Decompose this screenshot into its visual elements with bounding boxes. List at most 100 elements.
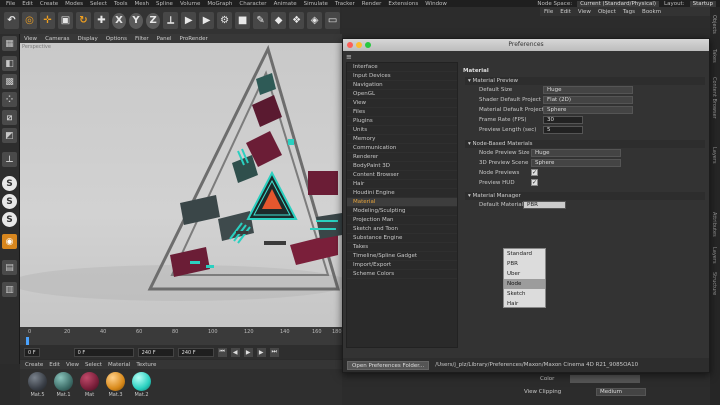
- pen-icon[interactable]: ✎: [253, 12, 269, 29]
- pref-nav-item[interactable]: Modeling/Sculpting: [347, 207, 457, 216]
- pref-nav-item[interactable]: Takes: [347, 243, 457, 252]
- menu-mesh[interactable]: Mesh: [135, 1, 149, 7]
- viewport-menu-panel[interactable]: Panel: [157, 36, 172, 42]
- preview-scene-select[interactable]: Sphere: [531, 159, 621, 167]
- dropdown-option[interactable]: Sketch: [504, 289, 545, 299]
- make-editable-icon[interactable]: ▦: [2, 36, 17, 51]
- pref-nav-item[interactable]: Import/Export: [347, 261, 457, 270]
- om-menu-file[interactable]: File: [544, 9, 553, 15]
- rotate-icon[interactable]: ↻: [75, 12, 91, 29]
- material-menu-view[interactable]: View: [66, 362, 79, 368]
- minimize-window-icon[interactable]: [356, 42, 362, 48]
- render-view-icon[interactable]: ▶: [181, 12, 197, 29]
- viewport-menu-filter[interactable]: Filter: [135, 36, 149, 42]
- quantize-icon[interactable]: S: [2, 212, 17, 227]
- material-item[interactable]: Mat.3: [106, 372, 125, 405]
- menu-mograph[interactable]: MoGraph: [207, 1, 232, 7]
- z-axis-toggle[interactable]: Z: [146, 12, 161, 29]
- shader-default-select[interactable]: Flat (2D): [543, 96, 633, 104]
- material-default-select[interactable]: Sphere: [543, 106, 633, 114]
- default-material-select[interactable]: PBR: [523, 201, 566, 209]
- viewport-menu-prorender[interactable]: ProRender: [180, 36, 208, 42]
- scale-icon[interactable]: ▣: [57, 12, 73, 29]
- recent-tool-icon[interactable]: ✚: [93, 12, 109, 29]
- subdivision-icon[interactable]: ◆: [271, 12, 287, 29]
- tab-layers-2[interactable]: Layers: [711, 247, 717, 264]
- pref-nav-item[interactable]: Material: [347, 198, 457, 207]
- deformer-icon[interactable]: ◈: [307, 12, 323, 29]
- menu-render[interactable]: Render: [362, 1, 382, 7]
- om-menu-view[interactable]: View: [578, 9, 591, 15]
- menu-animate[interactable]: Animate: [274, 1, 297, 7]
- pref-nav-item[interactable]: Navigation: [347, 81, 457, 90]
- x-axis-toggle[interactable]: X: [111, 12, 126, 29]
- color-swatch[interactable]: [570, 375, 640, 383]
- hamburger-menu-icon[interactable]: ≡: [346, 53, 352, 61]
- menu-simulate[interactable]: Simulate: [304, 1, 328, 7]
- menu-volume[interactable]: Volume: [180, 1, 200, 7]
- dropdown-option[interactable]: Node: [504, 279, 545, 289]
- goto-end-icon[interactable]: ⏭: [269, 347, 279, 357]
- playhead[interactable]: [26, 337, 29, 345]
- pref-nav-item[interactable]: Substance Engine: [347, 234, 457, 243]
- end-frame-field[interactable]: 240 F: [137, 347, 174, 357]
- model-mode-icon[interactable]: ◧: [2, 56, 17, 71]
- menu-file[interactable]: File: [6, 1, 15, 7]
- pref-nav-item[interactable]: Content Browser: [347, 171, 457, 180]
- om-menu-bookmarks[interactable]: Bookm: [642, 9, 661, 15]
- pref-nav-item[interactable]: Units: [347, 126, 457, 135]
- axis-mode-icon[interactable]: ⊥: [2, 152, 17, 167]
- dropdown-option[interactable]: Standard: [504, 249, 545, 259]
- snap-settings-icon[interactable]: S: [2, 194, 17, 209]
- material-item[interactable]: Mat.5: [28, 372, 47, 405]
- maximize-window-icon[interactable]: [365, 42, 371, 48]
- tab-structure[interactable]: Structure: [711, 272, 717, 295]
- node-space-select[interactable]: Current (Standard/Physical): [577, 0, 660, 7]
- material-item[interactable]: Mat.2: [132, 372, 151, 405]
- dropdown-option[interactable]: Hair: [504, 299, 545, 309]
- menu-select[interactable]: Select: [90, 1, 107, 7]
- pref-nav-item[interactable]: Hair: [347, 180, 457, 189]
- tab-takes[interactable]: Takes: [711, 49, 717, 63]
- move-icon[interactable]: ✛: [39, 12, 55, 29]
- pref-nav-item[interactable]: OpenGL: [347, 90, 457, 99]
- pref-nav-item[interactable]: Communication: [347, 144, 457, 153]
- render-picture-viewer-icon[interactable]: ▶: [199, 12, 215, 29]
- undo-icon[interactable]: ↶: [4, 12, 19, 29]
- y-axis-toggle[interactable]: Y: [129, 12, 144, 29]
- menu-tools[interactable]: Tools: [114, 1, 128, 7]
- cloner-icon[interactable]: ❖: [289, 12, 305, 29]
- points-mode-icon[interactable]: ⁘: [2, 92, 17, 107]
- viewport-menu-display[interactable]: Display: [78, 36, 98, 42]
- material-menu-create[interactable]: Create: [25, 362, 43, 368]
- material-menu-edit[interactable]: Edit: [49, 362, 60, 368]
- node-preview-size-select[interactable]: Huge: [531, 149, 621, 157]
- menu-create[interactable]: Create: [40, 1, 58, 7]
- pref-nav-item[interactable]: Scheme Colors: [347, 270, 457, 279]
- prev-key-icon[interactable]: ◀: [230, 347, 240, 357]
- tab-attributes[interactable]: Attributes: [711, 212, 717, 237]
- pref-nav-item[interactable]: Timeline/Spline Gadget: [347, 252, 457, 261]
- current-frame-field[interactable]: 0 F: [73, 347, 134, 357]
- timeline-ruler[interactable]: 0 20 40 60 80 100 120 140 160 180: [20, 327, 342, 345]
- pref-nav-item[interactable]: Sketch and Toon: [347, 225, 457, 234]
- grid-icon[interactable]: ▥: [2, 282, 17, 297]
- texture-mode-icon[interactable]: ▩: [2, 74, 17, 89]
- open-preferences-folder-button[interactable]: Open Preferences Folder...: [347, 360, 430, 370]
- om-menu-edit[interactable]: Edit: [560, 9, 571, 15]
- start-frame-field[interactable]: 0 F: [24, 347, 40, 357]
- default-size-select[interactable]: Huge: [543, 86, 633, 94]
- tab-layers[interactable]: Layers: [711, 147, 717, 164]
- pref-nav-item[interactable]: Memory: [347, 135, 457, 144]
- pref-nav-item[interactable]: Interface: [347, 63, 457, 72]
- viewport-menu-view[interactable]: View: [24, 36, 37, 42]
- node-previews-checkbox[interactable]: ✓: [531, 169, 538, 176]
- coordinate-system-icon[interactable]: ⟂: [163, 12, 179, 29]
- workplane-icon[interactable]: ◉: [2, 234, 17, 249]
- pref-nav-item[interactable]: Renderer: [347, 153, 457, 162]
- preview-end-field[interactable]: 240 F: [177, 347, 214, 357]
- pref-nav-item[interactable]: Input Devices: [347, 72, 457, 81]
- om-menu-object[interactable]: Object: [598, 9, 616, 15]
- polygons-mode-icon[interactable]: ◩: [2, 128, 17, 143]
- menu-character[interactable]: Character: [239, 1, 266, 7]
